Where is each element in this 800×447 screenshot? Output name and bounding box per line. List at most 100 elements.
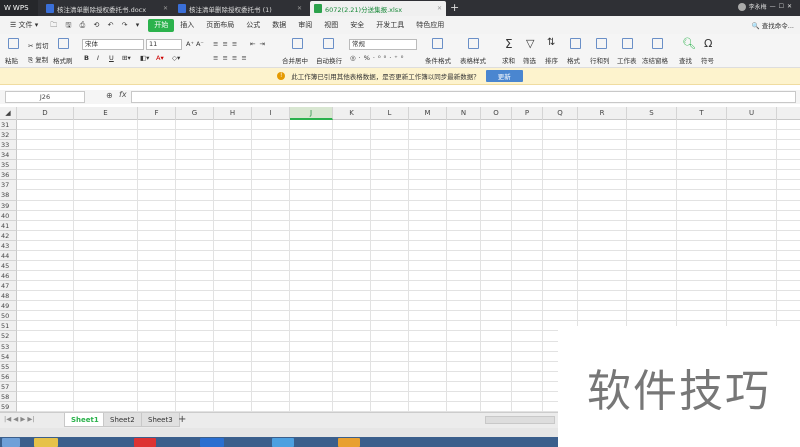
menu-home[interactable]: 开始 (148, 18, 175, 32)
function-icon[interactable]: fx (119, 90, 127, 99)
row-header[interactable]: 54 (0, 351, 17, 362)
paste-button[interactable]: 粘贴 (5, 55, 18, 65)
row-header[interactable]: 58 (0, 391, 17, 402)
column-header[interactable]: T (677, 107, 727, 120)
table-style-button[interactable]: 表格样式 (460, 55, 486, 65)
row-header[interactable]: 36 (0, 170, 17, 181)
merge-icon[interactable] (292, 38, 303, 49)
tab-doc-1[interactable]: 核注清单删除授权委托书.docx ✕ (42, 1, 172, 16)
start-icon[interactable] (2, 438, 20, 447)
align-left-icons[interactable]: ≡≡≡≡ (213, 54, 251, 62)
wrap-text-button[interactable]: 自动换行 (316, 55, 342, 65)
conditional-format-icon[interactable] (432, 38, 443, 49)
align-top-icons[interactable]: ≡≡≡ (213, 40, 241, 48)
number-format-icons[interactable]: ◎·%·⁰⁰·⁺⁰ (350, 54, 406, 62)
symbol-button[interactable]: 符号 (701, 55, 714, 65)
merge-center-button[interactable]: 合并居中 (282, 55, 308, 65)
column-header[interactable]: Q (543, 107, 578, 120)
column-header[interactable]: S (627, 107, 677, 120)
row-header[interactable]: 34 (0, 150, 17, 161)
sum-button[interactable]: 求和 (502, 55, 515, 65)
row-header[interactable]: 35 (0, 160, 17, 171)
sheet-tab-1[interactable]: Sheet1 (64, 413, 106, 427)
conditional-format-button[interactable]: 条件格式 (425, 55, 451, 65)
minimize-icon[interactable]: — (770, 3, 776, 10)
indent-icons[interactable]: ⇤⇥ (250, 40, 269, 48)
row-header[interactable]: 57 (0, 381, 17, 392)
row-header[interactable]: 43 (0, 240, 17, 251)
clear-format-icon[interactable]: ◇▾ (172, 54, 180, 62)
copy-button[interactable]: ⎘ 复制 (28, 54, 48, 65)
format-painter-icon[interactable] (58, 38, 69, 49)
freeze-icon[interactable] (652, 38, 663, 49)
column-header[interactable]: R (578, 107, 627, 120)
sheet-tab-3[interactable]: Sheet3 (141, 413, 180, 427)
close-icon[interactable]: ✕ (163, 5, 168, 12)
close-icon[interactable]: ✕ (437, 5, 442, 12)
sum-icon[interactable]: Σ (505, 37, 513, 51)
cut-button[interactable]: ✂ 剪切 (28, 40, 49, 50)
column-header[interactable]: O (481, 107, 512, 120)
row-header[interactable]: 48 (0, 291, 17, 302)
column-header[interactable]: J (290, 107, 333, 120)
row-header[interactable]: 44 (0, 250, 17, 261)
fill-color-icon[interactable]: ◧▾ (140, 54, 149, 62)
menu-review[interactable]: 审阅 (292, 19, 318, 32)
row-header[interactable]: 53 (0, 341, 17, 352)
column-header[interactable]: G (176, 107, 214, 120)
close-icon[interactable]: ✕ (297, 5, 302, 12)
app-icon[interactable] (134, 438, 156, 447)
app-icon[interactable] (338, 438, 360, 447)
row-header[interactable]: 40 (0, 210, 17, 221)
row-header[interactable]: 50 (0, 311, 17, 322)
format-button[interactable]: 格式 (567, 55, 580, 65)
underline-button[interactable]: U (109, 54, 114, 62)
column-header[interactable]: L (371, 107, 409, 120)
font-size-select[interactable]: 11 (146, 39, 182, 50)
zoom-icon[interactable]: ⊕ (106, 91, 113, 100)
avatar[interactable] (737, 2, 746, 11)
formula-input[interactable] (131, 91, 796, 103)
border-icon[interactable]: ⊞▾ (122, 54, 131, 62)
sheet-nav-icons[interactable]: |◀ ◀ ▶ ▶| (4, 415, 35, 423)
column-header[interactable]: P (512, 107, 543, 120)
bold-button[interactable]: B (84, 54, 89, 62)
wrap-icon[interactable] (323, 38, 334, 49)
number-format-select[interactable]: 常规 (349, 39, 417, 50)
font-grow-icon[interactable]: A⁺ A⁻ (186, 40, 204, 48)
row-header[interactable]: 31 (0, 120, 17, 131)
menu-file[interactable]: ☰ 文件 ▾ (4, 19, 44, 32)
row-header[interactable]: 39 (0, 200, 17, 211)
column-header[interactable]: M (409, 107, 447, 120)
row-header[interactable]: 49 (0, 301, 17, 312)
tab-xlsx[interactable]: 6072(2.21)分送集报.xlsx ✕ (310, 1, 446, 16)
column-header[interactable]: F (138, 107, 176, 120)
table-style-icon[interactable] (468, 38, 479, 49)
quick-access-icons[interactable]: 🗀 🖫 ⎙ ⟲ ↶ ↷ ▾ (44, 19, 148, 32)
search-command[interactable]: 🔍 查找命令... (752, 20, 794, 30)
column-header[interactable]: D (17, 107, 74, 120)
font-color-icon[interactable]: A▾ (156, 54, 164, 62)
column-header[interactable]: N (447, 107, 481, 120)
row-header[interactable]: 32 (0, 130, 17, 141)
menu-view[interactable]: 视图 (318, 19, 344, 32)
new-tab-button[interactable]: + (450, 2, 459, 13)
worksheet-icon[interactable] (622, 38, 633, 49)
app-icon[interactable] (272, 438, 294, 447)
row-header[interactable]: 33 (0, 140, 17, 151)
row-header[interactable]: 55 (0, 361, 17, 372)
format-icon[interactable] (570, 38, 581, 49)
row-header[interactable]: 51 (0, 321, 17, 332)
row-header[interactable]: 45 (0, 260, 17, 272)
row-header[interactable]: 38 (0, 190, 17, 201)
sheet-tab-2[interactable]: Sheet2 (103, 413, 142, 427)
user-area[interactable]: 李永梅 — ☐ ✕ (737, 2, 792, 11)
menu-developer[interactable]: 开发工具 (370, 19, 410, 32)
wps-logo[interactable]: W WPS (0, 0, 38, 16)
row-header[interactable]: 46 (0, 271, 17, 282)
find-icon[interactable]: 🔍︎ (682, 37, 696, 50)
filter-icon[interactable]: ▽ (526, 37, 534, 50)
horizontal-scrollbar[interactable] (485, 416, 555, 424)
column-header[interactable]: E (74, 107, 138, 120)
column-header[interactable]: K (333, 107, 371, 120)
